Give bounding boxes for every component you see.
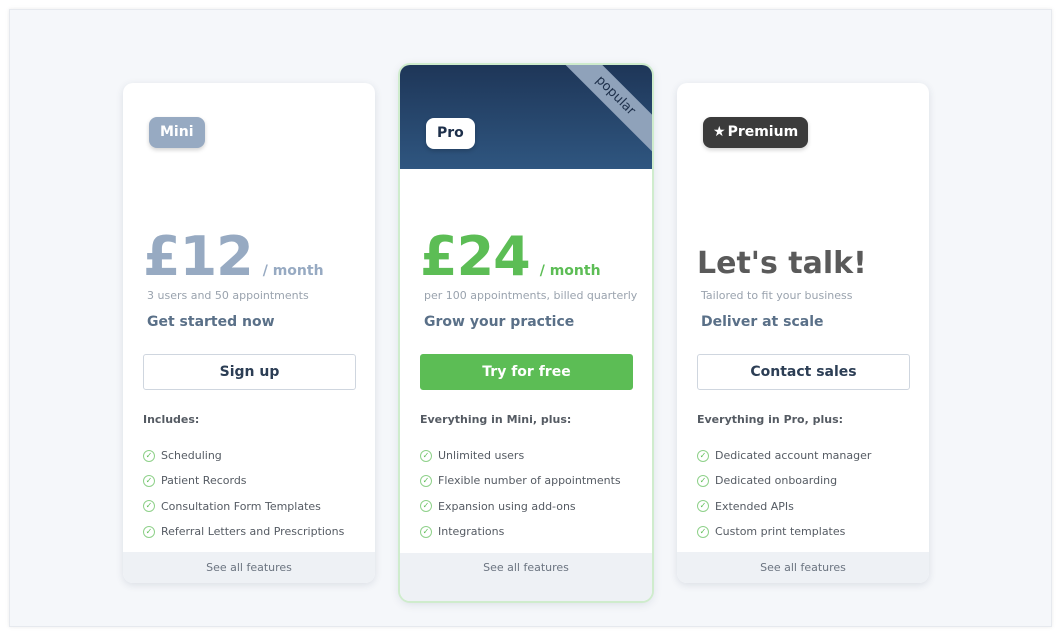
- pricing-page: Mini £12 / month 3 users and 50 appointm…: [9, 9, 1052, 627]
- check-circle-icon: ✓: [697, 474, 709, 487]
- includes-heading: Everything in Pro, plus:: [697, 413, 844, 426]
- includes-heading: Includes:: [143, 413, 200, 426]
- feature-label: Consultation Form Templates: [161, 499, 321, 513]
- feature-item: ✓ Expansion using add-ons: [420, 494, 621, 519]
- feature-item: ✓ Patient Records: [143, 468, 344, 493]
- feature-list: ✓ Unlimited users ✓ Flexible number of app…: [420, 443, 621, 544]
- check-circle-icon: ✓: [420, 525, 432, 538]
- feature-item: ✓ Extended APIs: [697, 494, 871, 519]
- check-circle-icon: ✓: [697, 525, 709, 538]
- feature-label: Expansion using add-ons: [438, 499, 576, 513]
- feature-label: Scheduling: [161, 449, 222, 463]
- plan-badge-premium: ★ Premium: [703, 117, 809, 148]
- feature-item: ✓ Scheduling: [143, 443, 344, 468]
- feature-label: Dedicated onboarding: [715, 474, 838, 488]
- check-circle-icon: ✓: [420, 500, 432, 513]
- price-period: / month: [539, 263, 601, 279]
- plan-subtitle: 3 users and 50 appointments: [147, 289, 309, 302]
- check-circle-icon: ✓: [697, 449, 709, 462]
- feature-label: Extended APIs: [715, 499, 794, 513]
- price-row: £24 / month: [420, 225, 601, 288]
- plan-tagline: Deliver at scale: [701, 314, 824, 330]
- see-all-features-link[interactable]: See all features: [677, 552, 929, 583]
- plan-card-pro: popular Pro £24 / month per 100 appointm…: [400, 65, 652, 601]
- plan-badge-pro: Pro: [426, 118, 475, 149]
- check-circle-icon: ✓: [143, 500, 155, 513]
- try-for-free-button[interactable]: Try for free: [420, 354, 633, 390]
- star-icon: ★: [713, 124, 726, 140]
- contact-sales-button[interactable]: Contact sales: [697, 354, 910, 390]
- plan-subtitle: per 100 appointments, billed quarterly: [424, 289, 638, 302]
- feature-label: Flexible number of appointments: [438, 474, 621, 488]
- feature-label: Integrations: [438, 525, 505, 539]
- feature-list: ✓ Scheduling ✓ Patient Records ✓ Consultati…: [143, 443, 344, 544]
- feature-label: Dedicated account manager: [715, 449, 872, 463]
- check-circle-icon: ✓: [420, 474, 432, 487]
- price-row: £12 / month: [143, 225, 324, 288]
- feature-item: ✓ Referral Letters and Prescriptions: [143, 519, 344, 544]
- feature-label: Custom print templates: [715, 525, 846, 539]
- feature-item: ✓ Custom print templates: [697, 519, 871, 544]
- plan-headline: Let's talk!: [697, 246, 867, 281]
- check-circle-icon: ✓: [143, 474, 155, 487]
- badge-label: Premium: [727, 124, 799, 140]
- plan-card-premium: ★ Premium Let's talk! Tailored to fit you…: [677, 83, 929, 583]
- feature-label: Patient Records: [161, 474, 247, 488]
- feature-item: ✓ Dedicated onboarding: [697, 468, 871, 493]
- check-circle-icon: ✓: [143, 525, 155, 538]
- check-circle-icon: ✓: [143, 449, 155, 462]
- price-amount: £24: [420, 225, 531, 288]
- plan-tagline: Grow your practice: [424, 314, 575, 330]
- feature-list: ✓ Dedicated account manager ✓ Dedicated on…: [697, 443, 871, 544]
- feature-item: ✓ Integrations: [420, 519, 621, 544]
- feature-item: ✓ Consultation Form Templates: [143, 494, 344, 519]
- plan-badge-mini: Mini: [149, 117, 205, 148]
- feature-label: Referral Letters and Prescriptions: [161, 525, 345, 539]
- plan-tagline: Get started now: [147, 314, 275, 330]
- check-circle-icon: ✓: [420, 449, 432, 462]
- price-period: / month: [262, 263, 324, 279]
- see-all-features-link[interactable]: See all features: [123, 552, 375, 583]
- price-amount: £12: [143, 225, 254, 288]
- feature-item: ✓ Unlimited users: [420, 443, 621, 468]
- plan-card-mini: Mini £12 / month 3 users and 50 appointm…: [123, 83, 375, 583]
- sign-up-button[interactable]: Sign up: [143, 354, 356, 390]
- includes-heading: Everything in Mini, plus:: [420, 413, 572, 426]
- feature-item: ✓ Dedicated account manager: [697, 443, 871, 468]
- popular-ribbon: popular: [552, 65, 652, 159]
- feature-item: ✓ Flexible number of appointments: [420, 468, 621, 493]
- feature-label: Unlimited users: [438, 449, 525, 463]
- plan-subtitle: Tailored to fit your business: [701, 289, 853, 302]
- see-all-features-link[interactable]: See all features: [400, 553, 652, 601]
- check-circle-icon: ✓: [697, 500, 709, 513]
- plan-header: popular: [400, 65, 652, 169]
